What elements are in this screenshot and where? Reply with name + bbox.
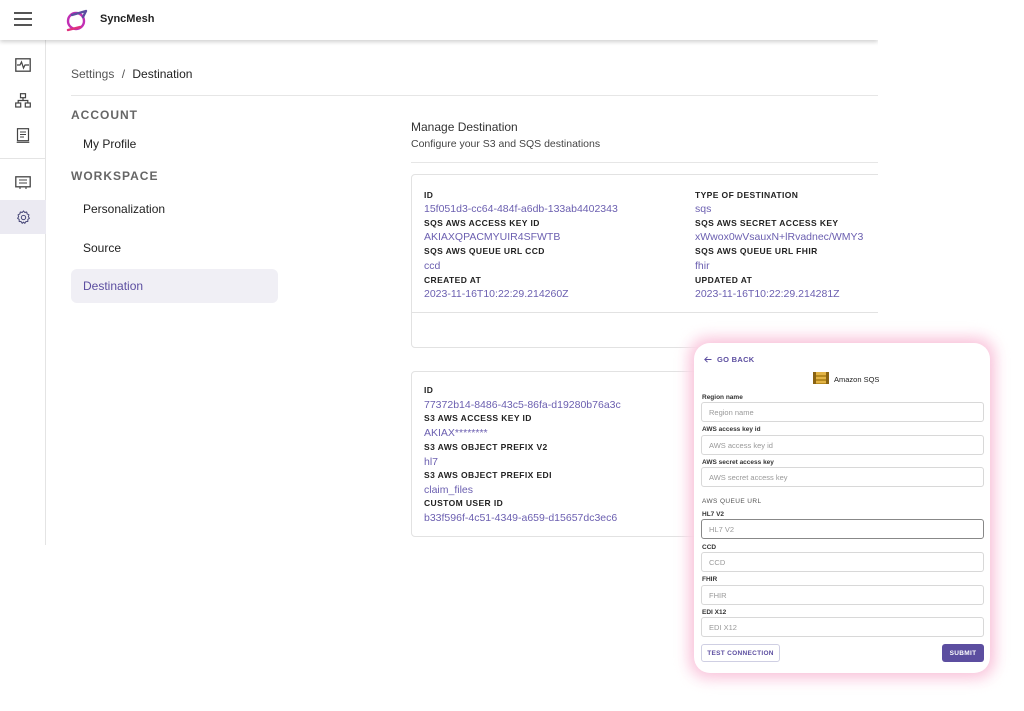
field-label: S3 AWS OBJECT PREFIX EDI <box>424 470 552 480</box>
secret-key-input[interactable]: AWS secret access key <box>701 467 984 487</box>
field-label: UPDATED AT <box>695 275 753 285</box>
field-value: 77372b14-8486-43c5-86fa-d19280b76a3c <box>424 399 621 411</box>
go-back-label: GO BACK <box>717 355 755 364</box>
destination-card-sqs: ID 15f051d3-cc64-484f-a6db-133ab4402343 … <box>411 174 878 348</box>
gear-icon[interactable] <box>0 200 46 234</box>
message-icon[interactable] <box>0 166 46 200</box>
breadcrumb: Settings / Destination <box>71 67 192 81</box>
page-title: Manage Destination <box>411 120 518 134</box>
edi-input[interactable]: EDI X12 <box>701 617 984 637</box>
access-key-input[interactable]: AWS access key id <box>701 435 984 455</box>
arrow-left-icon <box>704 356 712 363</box>
field-value: AKIAXQPACMYUIR4SFWTB <box>424 231 561 243</box>
field-label: SQS AWS SECRET ACCESS KEY <box>695 218 839 228</box>
secret-key-label: AWS secret access key <box>702 459 774 466</box>
sidebar-item-source[interactable]: Source <box>71 231 278 265</box>
field-label: S3 AWS ACCESS KEY ID <box>424 413 532 423</box>
fhir-label: FHIR <box>702 576 718 583</box>
hamburger-menu-icon[interactable] <box>14 12 32 26</box>
breadcrumb-current: Destination <box>132 67 193 81</box>
sqs-config-modal: GO BACK Amazon SQS Region name Region na… <box>694 343 990 673</box>
page-subtitle: Configure your S3 and SQS destinations <box>411 138 601 150</box>
amazon-sqs-icon <box>813 372 829 384</box>
field-label: ID <box>424 385 434 395</box>
workspace-heading: WORKSPACE <box>71 169 159 183</box>
sidebar-item-destination[interactable]: Destination <box>71 269 278 303</box>
app-name: SyncMesh <box>100 13 155 25</box>
field-label: CREATED AT <box>424 275 482 285</box>
fhir-input[interactable]: FHIR <box>701 585 984 605</box>
region-label: Region name <box>702 394 743 401</box>
queue-url-heading: AWS QUEUE URL <box>702 498 762 505</box>
field-label: TYPE OF DESTINATION <box>695 190 799 200</box>
submit-button[interactable]: SUBMIT <box>942 644 984 662</box>
ccd-label: CCD <box>702 544 717 551</box>
field-value: xWwox0wVsauxN+lRvadnec/WMY3 <box>695 231 864 243</box>
field-label: S3 AWS OBJECT PREFIX V2 <box>424 442 548 452</box>
sidebar-item-my-profile[interactable]: My Profile <box>71 127 278 161</box>
field-label: CUSTOM USER ID <box>424 498 504 508</box>
breadcrumb-separator: / <box>121 67 126 81</box>
field-value: ccd <box>424 260 441 272</box>
document-icon[interactable] <box>0 118 46 152</box>
breadcrumb-settings[interactable]: Settings <box>71 67 114 81</box>
icon-rail <box>0 40 46 545</box>
field-value: 15f051d3-cc64-484f-a6db-133ab4402343 <box>424 203 618 215</box>
access-key-label: AWS access key id <box>702 426 761 433</box>
top-bar: SyncMesh <box>0 0 878 40</box>
edi-label: EDI X12 <box>702 609 727 616</box>
header-divider <box>71 95 878 96</box>
field-value: 2023-11-16T10:22:29.214260Z <box>424 288 569 300</box>
field-value: claim_files <box>424 484 474 496</box>
title-divider <box>411 162 878 163</box>
test-connection-button[interactable]: TEST CONNECTION <box>701 644 780 662</box>
ccd-input[interactable]: CCD <box>701 552 984 572</box>
card-footer-divider <box>412 312 878 313</box>
field-value: b33f596f-4c51-4349-a659-d15657dc3ec6 <box>424 512 618 524</box>
field-label: SQS AWS QUEUE URL FHIR <box>695 246 818 256</box>
field-value: fhir <box>695 260 710 272</box>
field-label: SQS AWS ACCESS KEY ID <box>424 218 540 228</box>
service-name: Amazon SQS <box>834 375 880 384</box>
sidebar-item-personalization[interactable]: Personalization <box>71 192 278 226</box>
hl7-label: HL7 V2 <box>702 511 725 518</box>
field-value: sqs <box>695 203 712 215</box>
sitemap-icon[interactable] <box>0 83 46 117</box>
region-input[interactable]: Region name <box>701 402 984 422</box>
rail-divider <box>0 158 46 159</box>
account-heading: ACCOUNT <box>71 108 138 122</box>
syncmesh-logo-icon <box>66 9 88 32</box>
hl7-input[interactable]: HL7 V2 <box>701 519 984 539</box>
field-value: 2023-11-16T10:22:29.214281Z <box>695 288 840 300</box>
go-back-button[interactable]: GO BACK <box>704 355 755 364</box>
field-value: AKIAX******** <box>424 427 488 439</box>
field-label: SQS AWS QUEUE URL CCD <box>424 246 545 256</box>
field-value: hl7 <box>424 456 439 468</box>
pulse-icon[interactable] <box>0 48 46 82</box>
field-label: ID <box>424 190 434 200</box>
